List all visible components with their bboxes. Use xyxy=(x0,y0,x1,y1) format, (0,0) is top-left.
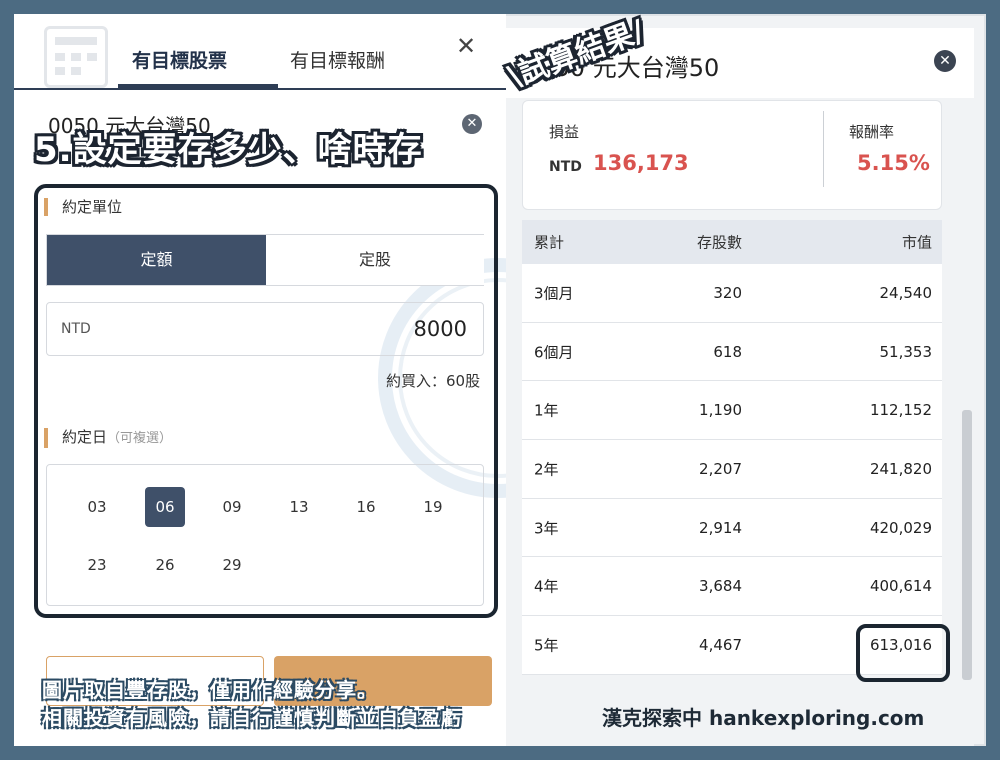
tab-target-return[interactable]: 有目標報酬 xyxy=(290,46,385,73)
result-summary-card: 損益 NTD 136,173 報酬率 5.15% xyxy=(522,100,942,210)
profit-value: 136,173 xyxy=(593,151,689,175)
row-period: 3年 xyxy=(534,519,559,538)
summary-divider xyxy=(823,111,824,187)
return-label: 報酬率 xyxy=(849,123,895,141)
active-tab-indicator xyxy=(118,84,278,89)
row-period: 3個月 xyxy=(534,284,574,303)
row-period: 2年 xyxy=(534,460,559,479)
row-shares: 320 xyxy=(713,283,742,302)
row-period: 4年 xyxy=(534,577,559,596)
row-value: 241,820 xyxy=(869,459,932,478)
table-header: 累計 存股數 市值 xyxy=(522,220,942,264)
final-value-highlight xyxy=(856,624,950,682)
col-header-value: 市值 xyxy=(901,233,932,252)
row-shares: 2,914 xyxy=(699,518,742,537)
step-caption: 5.設定要存多少、啥時存 xyxy=(34,130,423,170)
disclaimer-line-1: 圖片取自豐存股，僅用作經驗分享。 xyxy=(42,678,378,702)
table-row: 3年 2,914 420,029 xyxy=(522,498,942,558)
col-header-shares: 存股數 xyxy=(696,233,742,252)
row-period: 6個月 xyxy=(534,343,574,362)
table-row: 1年 1,190 112,152 xyxy=(522,381,942,441)
accumulation-table: 累計 存股數 市值 3個月 320 24,540 6個月 618 51,353 … xyxy=(522,220,942,675)
row-value: 112,152 xyxy=(869,401,932,420)
row-period: 1年 xyxy=(534,401,559,420)
row-shares: 4,467 xyxy=(699,635,742,654)
disclaimer-line-2: 相關投資有風險，請自行謹慎判斷並自負盈虧 xyxy=(42,706,462,730)
tab-target-stock[interactable]: 有目標股票 xyxy=(132,46,227,73)
row-shares: 618 xyxy=(713,342,742,361)
profit-label: 損益 xyxy=(549,123,580,141)
row-value: 51,353 xyxy=(879,342,933,361)
row-shares: 2,207 xyxy=(699,459,742,478)
table-row: 3個月 320 24,540 xyxy=(522,264,942,323)
profit-currency: NTD xyxy=(549,159,582,175)
close-result-icon[interactable]: ✕ xyxy=(934,50,956,72)
col-header-period: 累計 xyxy=(534,233,565,252)
row-shares: 3,684 xyxy=(699,577,742,596)
table-row: 4年 3,684 400,614 xyxy=(522,557,942,617)
settings-highlight-box xyxy=(34,184,498,618)
table-row: 6個月 618 51,353 xyxy=(522,322,942,382)
clear-stock-icon[interactable]: ✕ xyxy=(462,114,482,134)
return-value: 5.15% xyxy=(857,151,930,175)
row-value: 24,540 xyxy=(879,283,933,302)
close-icon[interactable]: ✕ xyxy=(456,32,476,60)
table-row: 2年 2,207 241,820 xyxy=(522,440,942,499)
site-brand: 漢克探索中 hankexploring.com xyxy=(602,706,925,730)
row-period: 5年 xyxy=(534,636,559,655)
row-value: 420,029 xyxy=(869,518,932,537)
scrollbar[interactable] xyxy=(962,410,972,680)
row-shares: 1,190 xyxy=(699,401,742,420)
row-value: 400,614 xyxy=(869,577,932,596)
calculator-icon xyxy=(44,26,108,88)
